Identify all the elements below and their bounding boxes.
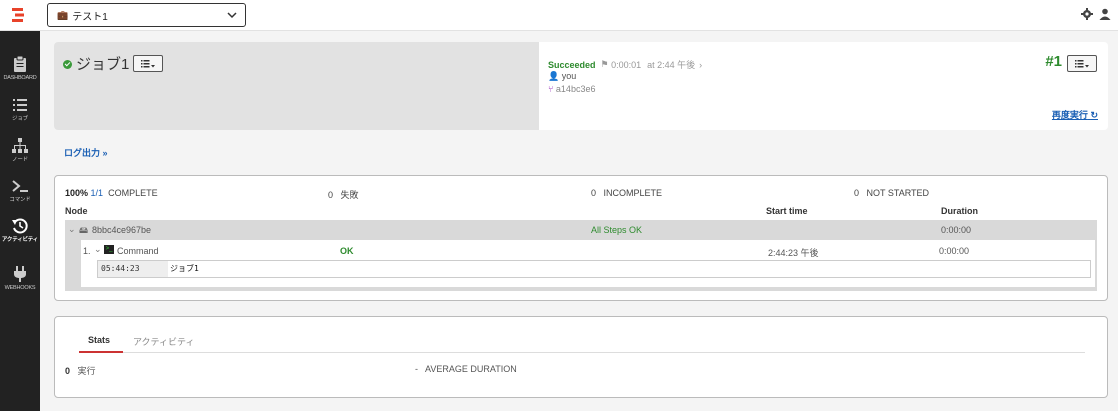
user-icon: 👤 — [548, 71, 560, 81]
step-panel: 1. ⌄ >_ Command OK 2:44:23 午後 0:00:00 05… — [81, 240, 1095, 287]
settings-icon[interactable] — [1081, 8, 1093, 20]
node-status: All Steps OK — [591, 225, 643, 235]
log-timestamp: 05:44:23 — [98, 261, 168, 277]
average-duration-stat: - AVERAGE DURATION — [415, 364, 517, 374]
chevron-down-icon[interactable]: ⌄ — [68, 224, 76, 235]
sidebar-item-label: DASHBOARD — [3, 75, 37, 81]
execution-commit: ⑂ a14bc3e6 — [548, 84, 595, 94]
node-duration: 0:00:00 — [941, 225, 972, 235]
execution-count: 0 — [65, 366, 71, 376]
execution-results: 100% 1/1 COMPLETE 0 失敗 0 INCOMPLETE 0 NO… — [54, 175, 1108, 301]
sidebar-item-activity[interactable]: アクティビティ — [0, 217, 40, 243]
column-header-start-time: Start time — [766, 206, 808, 216]
column-header-duration: Duration — [941, 206, 978, 216]
execution-user: 👤 you — [548, 71, 576, 82]
refresh-icon: ↻ — [1090, 110, 1098, 120]
rerun-label: 再度実行 — [1051, 110, 1088, 120]
sidebar: DASHBOARD ジョブ ノード コマンド アクティビティ WEBHOOKS — [0, 31, 40, 411]
execution-time[interactable]: at 2:44 午後 — [647, 58, 695, 71]
execution-count-stat: 0 実行 — [65, 364, 96, 377]
complete-stat: 100% 1/1 COMPLETE — [65, 188, 158, 198]
sidebar-item-label: コマンド — [9, 197, 31, 203]
run-number: #1 — [1045, 53, 1062, 70]
commit-id: a14bc3e6 — [555, 84, 596, 94]
execution-duration: 0:00:01 — [611, 59, 642, 70]
fork-icon: ⑂ — [548, 84, 554, 94]
job-stats: Stats アクティビティ 0 実行 - AVERAGE DURATION — [54, 316, 1108, 398]
sidebar-item-nodes[interactable]: ノード — [0, 137, 40, 163]
step-name[interactable]: Command — [117, 246, 159, 256]
failed-stat: 0 失敗 — [328, 188, 359, 201]
job-list-icon — [13, 99, 27, 111]
sidebar-item-jobs[interactable]: ジョブ — [0, 96, 40, 122]
tab-stats[interactable]: Stats — [88, 335, 110, 345]
plug-icon — [14, 266, 26, 282]
status-label: Succeeded — [548, 59, 596, 70]
complete-label: COMPLETE — [108, 188, 158, 198]
list-dropdown-icon — [1075, 60, 1089, 68]
user-name: you — [561, 71, 577, 81]
active-tab-indicator — [79, 351, 123, 353]
success-check-icon — [63, 60, 72, 69]
execution-count-label: 実行 — [77, 366, 96, 376]
chevron-down-icon — [227, 12, 237, 19]
server-icon: 🖴 — [79, 225, 89, 235]
incomplete-label: INCOMPLETE — [603, 188, 663, 198]
failed-count: 0 — [328, 190, 334, 200]
log-output-link[interactable]: ログ出力 » — [64, 146, 108, 159]
briefcase-icon: 💼 — [57, 9, 69, 20]
not-started-count: 0 — [854, 188, 860, 198]
execution-actions-button[interactable] — [1067, 55, 1097, 72]
flag-icon: ⚑ — [600, 59, 612, 69]
sidebar-item-dashboard[interactable]: DASHBOARD — [0, 55, 40, 81]
top-bar: 💼 テスト1 — [0, 0, 1118, 31]
average-duration-label: AVERAGE DURATION — [425, 364, 517, 374]
job-name[interactable]: ジョブ1 — [76, 53, 129, 74]
log-message: ジョブ1 — [170, 264, 199, 273]
job-title: ジョブ1 — [63, 53, 164, 74]
failed-label: 失敗 — [340, 190, 359, 200]
terminal-icon — [12, 180, 28, 192]
list-dropdown-icon — [141, 60, 156, 68]
clipboard-icon — [14, 55, 26, 72]
average-duration-value: - — [415, 364, 418, 374]
history-icon — [12, 218, 28, 234]
project-name: テスト1 — [72, 11, 108, 23]
node-name[interactable]: 8bbc4ce967be — [92, 225, 151, 235]
step-duration: 0:00:00 — [939, 246, 970, 256]
incomplete-count: 0 — [591, 188, 597, 198]
sidebar-item-webhooks[interactable]: WEBHOOKS — [0, 265, 40, 291]
sidebar-item-commands[interactable]: コマンド — [0, 177, 40, 203]
log-output: 05:44:23 ジョブ1 — [97, 260, 1091, 278]
not-started-label: NOT STARTED — [866, 188, 930, 198]
complete-fraction: 1/1 — [90, 188, 104, 198]
chevron-down-icon[interactable]: ⌄ — [94, 244, 102, 255]
step-index: 1. — [83, 246, 91, 256]
app-logo-icon[interactable] — [11, 7, 25, 23]
node-section: ⌄ 🖴 8bbc4ce967be All Steps OK 0:00:00 1.… — [65, 220, 1097, 291]
not-started-stat: 0 NOT STARTED — [854, 188, 929, 198]
complete-percent: 100% — [65, 188, 89, 198]
project-select[interactable]: 💼 テスト1 — [47, 3, 246, 27]
column-header-node: Node — [65, 206, 88, 216]
sidebar-item-label: ジョブ — [12, 116, 28, 122]
job-actions-button[interactable] — [133, 55, 164, 72]
job-summary-panel: ジョブ1 — [54, 42, 539, 130]
stats-tabs: Stats アクティビティ — [79, 329, 1085, 353]
step-start-time: 2:44:23 午後 — [768, 248, 819, 258]
incomplete-stat: 0 INCOMPLETE — [591, 188, 662, 198]
chevron-right-icon[interactable]: › — [699, 60, 702, 70]
execution-header: ジョブ1 Succeeded ⚑ 0:00:01 at 2:44 午後 › 👤 … — [54, 42, 1108, 130]
user-icon[interactable] — [1099, 8, 1111, 20]
sidebar-item-label: アクティビティ — [1, 237, 39, 243]
terminal-icon: >_ — [104, 245, 114, 254]
execution-status: Succeeded ⚑ 0:00:01 at 2:44 午後 › — [548, 58, 702, 71]
node-tree-icon — [12, 138, 28, 153]
step-status: OK — [340, 246, 354, 256]
node-row[interactable]: ⌄ 🖴 8bbc4ce967be All Steps OK 0:00:00 — [65, 220, 1097, 239]
tab-activity[interactable]: アクティビティ — [133, 335, 194, 348]
sidebar-item-label: WEBHOOKS — [4, 285, 36, 291]
sidebar-item-label: ノード — [12, 157, 28, 163]
rerun-link[interactable]: 再度実行 ↻ — [1052, 108, 1098, 121]
